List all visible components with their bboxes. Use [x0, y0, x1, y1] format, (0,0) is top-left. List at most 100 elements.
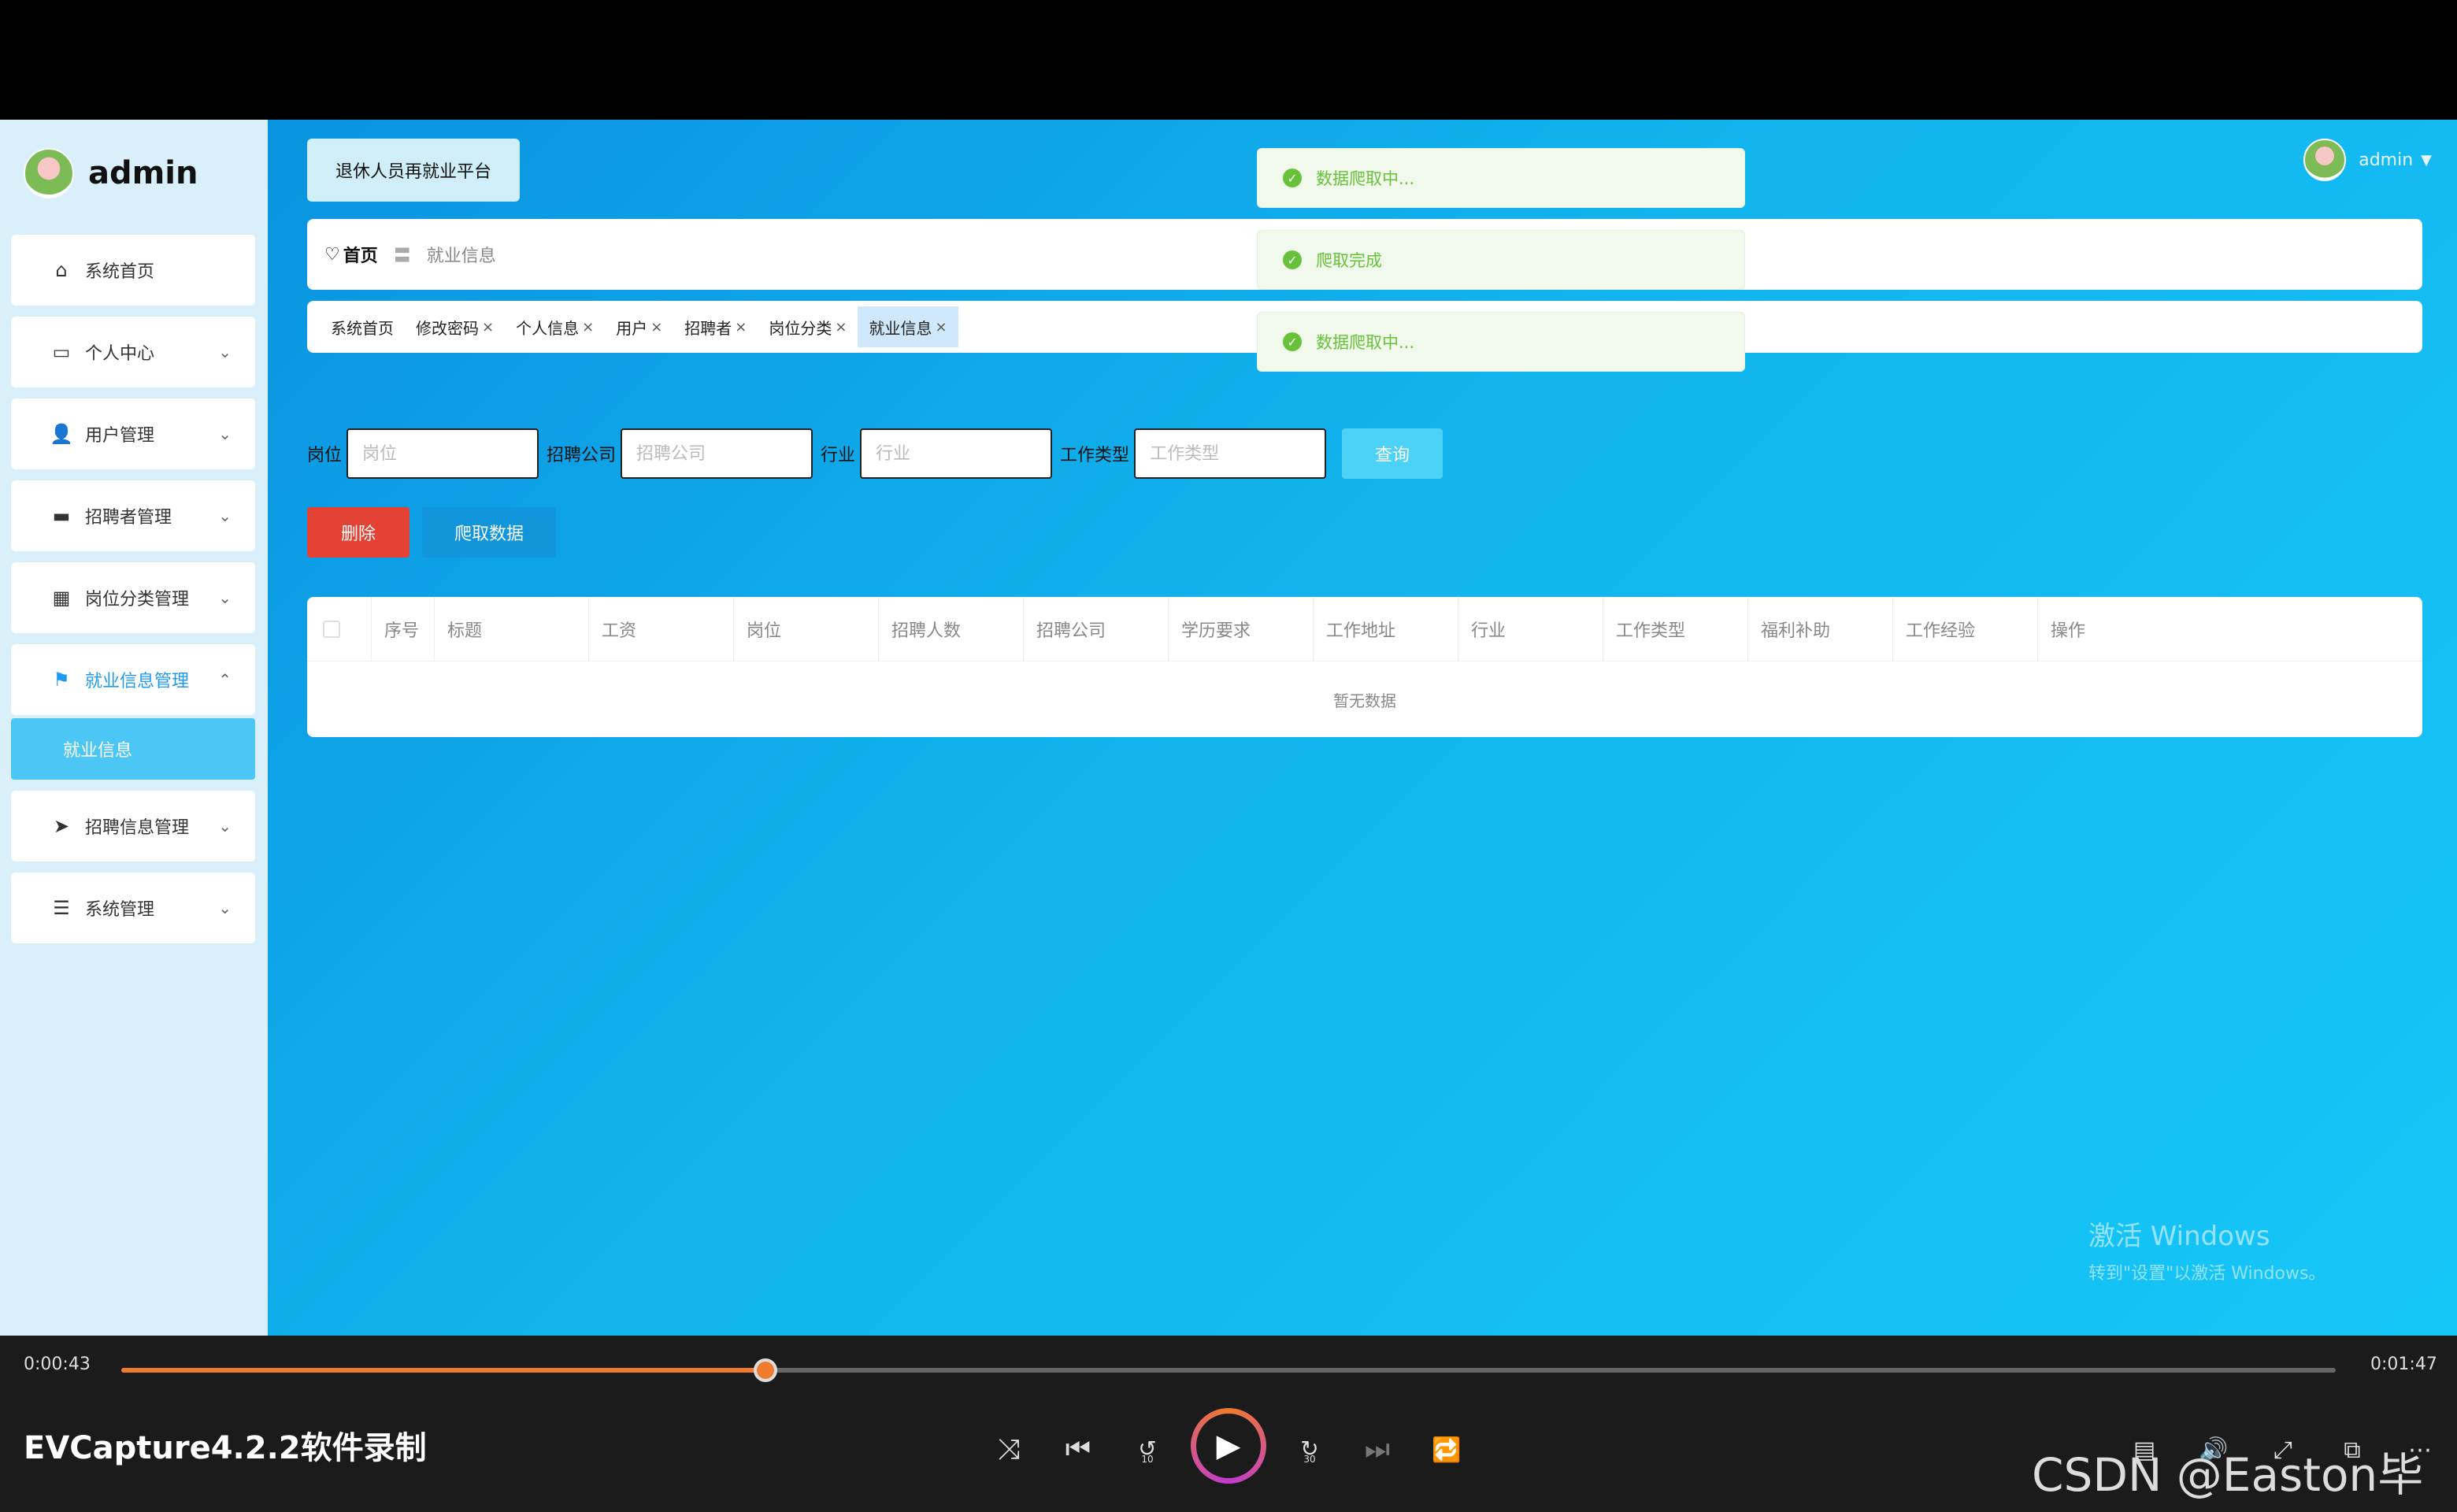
forward-30-icon[interactable]: ↻ 30: [1288, 1429, 1331, 1471]
close-icon[interactable]: ×: [935, 319, 947, 335]
next-icon[interactable]: ⏭: [1356, 1429, 1399, 1471]
tab-1[interactable]: 修改密码 ×: [405, 306, 505, 347]
search-button[interactable]: 查询: [1342, 428, 1443, 479]
search-label: 岗位: [307, 446, 343, 465]
column-header: 行业: [1458, 597, 1603, 662]
select-all-cell: [307, 597, 372, 662]
video-player-bar: 0:00:43 0:01:47 EVCapture4.2.2软件录制 ⤨ ⏮ ↺…: [0, 1336, 2457, 1512]
tab-3[interactable]: 用户 ×: [605, 306, 673, 347]
sidebar-item-0[interactable]: ⌂ 系统首页: [11, 235, 255, 306]
csdn-watermark: CSDN @Easton毕设: [2032, 1448, 2424, 1502]
column-header: 工作类型: [1603, 597, 1748, 662]
chevron-down-icon: ⌄: [218, 506, 232, 525]
tab-label: 招聘者: [684, 318, 732, 338]
crawl-data-button[interactable]: 爬取数据: [422, 507, 556, 558]
chevron-down-icon: ⌄: [218, 424, 232, 443]
sidebar-item-7[interactable]: ☰ 系统管理 ⌄: [11, 873, 255, 943]
close-icon[interactable]: ×: [835, 319, 847, 335]
column-header: 学历要求: [1169, 597, 1314, 662]
close-icon[interactable]: ×: [582, 319, 594, 335]
tab-label: 修改密码: [416, 318, 479, 338]
sidebar-item-label: 系统管理: [85, 900, 155, 920]
progress-fill: [121, 1368, 766, 1373]
tab-label: 岗位分类: [769, 318, 832, 338]
top-letterbox: [0, 0, 2457, 120]
tab-label: 个人信息: [516, 318, 580, 338]
check-circle-icon: ✓: [1283, 332, 1302, 351]
search-label: 招聘公司: [547, 446, 617, 465]
tab-label: 就业信息: [869, 318, 932, 338]
sidebar-subitem-employment-info[interactable]: 就业信息: [11, 718, 255, 780]
tab-5[interactable]: 岗位分类 ×: [758, 306, 858, 347]
user-avatar[interactable]: [2303, 139, 2347, 181]
caret-down-icon[interactable]: ▼: [2421, 152, 2432, 169]
breadcrumb-home[interactable]: 首页: [343, 242, 378, 267]
check-circle-icon: ✓: [1283, 250, 1302, 269]
breadcrumb-current: 就业信息: [426, 246, 496, 266]
search-label: 行业: [821, 446, 856, 465]
close-icon[interactable]: ×: [650, 319, 662, 335]
search-input-0[interactable]: [346, 428, 539, 479]
sidebar-item-label: 招聘信息管理: [85, 818, 190, 838]
toast-message: 数据爬取中...: [1316, 333, 1415, 352]
sidebar-item-6[interactable]: ➤ 招聘信息管理 ⌄: [11, 791, 255, 862]
data-table: 序号 标题 工资 岗位 招聘人数 招聘公司 学历要求 工作地址 行业 工作类型 福利补助 工作经验 操作…: [307, 597, 2422, 737]
success-toast: ✓ 数据爬取中...: [1257, 312, 1745, 372]
toast-message: 数据爬取中...: [1316, 169, 1415, 188]
column-header: 工资: [589, 597, 734, 662]
sidebar-item-4[interactable]: ▦ 岗位分类管理 ⌄: [11, 562, 255, 633]
select-all-checkbox[interactable]: [323, 621, 340, 638]
watermark-line2: 转到"设置"以激活 Windows。: [2088, 1264, 2326, 1284]
system-title-button[interactable]: 退休人员再就业平台: [307, 139, 520, 202]
success-toast: ✓ 爬取完成: [1257, 230, 1745, 290]
sidebar-item-5[interactable]: ⚑ 就业信息管理 ⌃: [11, 644, 255, 715]
sidebar-item-label: 招聘者管理: [85, 508, 172, 528]
column-header: 工作经验: [1893, 597, 2038, 662]
sidebar-item-1[interactable]: ▭ 个人中心 ⌄: [11, 317, 255, 387]
search-label: 工作类型: [1060, 446, 1130, 465]
play-button[interactable]: ▶: [1191, 1408, 1266, 1484]
close-icon[interactable]: ×: [735, 319, 747, 335]
sidebar-item-3[interactable]: ▬ 招聘者管理 ⌄: [11, 480, 255, 551]
user-name[interactable]: admin: [2359, 150, 2413, 170]
sliders-icon: ☰: [53, 897, 70, 919]
sidebar-item-label: 岗位分类管理: [85, 590, 190, 610]
app-window: admin ⌂ 系统首页 ▭ 个人中心 ⌄ 👤 用户管理 ⌄ ▬ 招聘者管理 ⌄ ▦ 岗位分类管理 ⌄ ⚑ 就…: [0, 120, 2457, 1336]
tab-0[interactable]: 系统首页: [320, 306, 405, 347]
delete-button[interactable]: 删除: [307, 507, 410, 558]
previous-icon[interactable]: ⏮: [1057, 1429, 1099, 1471]
search-form: 岗位 招聘公司 行业 工作类型 查询: [307, 428, 1443, 479]
column-header: 招聘人数: [879, 597, 1024, 662]
recorder-label: EVCapture4.2.2软件录制: [24, 1430, 427, 1466]
close-icon[interactable]: ×: [482, 319, 494, 335]
main-content: 退休人员再就业平台 admin ▼ ♡ 首页 〓 就业信息 系统首页 修改密码 × 个…: [268, 120, 2457, 1336]
repeat-icon[interactable]: 🔁: [1425, 1429, 1468, 1471]
column-header: 招聘公司: [1024, 597, 1169, 662]
toast-message: 爬取完成: [1316, 251, 1382, 270]
tab-label: 系统首页: [331, 318, 394, 338]
search-input-3[interactable]: [1134, 428, 1327, 479]
progress-bar[interactable]: [121, 1358, 2336, 1382]
tab-4[interactable]: 招聘者 ×: [673, 306, 758, 347]
success-toast: ✓ 数据爬取中...: [1257, 148, 1745, 208]
column-header: 标题: [435, 597, 589, 662]
table-empty-text: 暂无数据: [1333, 691, 1396, 710]
rewind-10-icon[interactable]: ↺ 10: [1126, 1429, 1169, 1471]
play-icon: ▶: [1196, 1414, 1261, 1478]
tab-2[interactable]: 个人信息 ×: [505, 306, 605, 347]
column-header: 操作: [2051, 621, 2086, 641]
search-input-2[interactable]: [860, 428, 1053, 479]
progress-handle[interactable]: [754, 1358, 778, 1382]
column-header: 序号: [372, 597, 435, 662]
brand: admin: [24, 148, 198, 198]
tab-6[interactable]: 就业信息 ×: [858, 306, 958, 347]
brand-avatar: [24, 148, 74, 198]
user-menu[interactable]: admin ▼: [2303, 139, 2432, 181]
monitor-icon: ▬: [52, 505, 71, 527]
shuffle-icon[interactable]: ⤨: [988, 1429, 1030, 1471]
chevron-down-icon: ⌄: [218, 588, 232, 607]
search-input-1[interactable]: [621, 428, 813, 479]
send-icon: ➤: [53, 815, 70, 837]
sidebar-item-2[interactable]: 👤 用户管理 ⌄: [11, 398, 255, 469]
grid-icon: ▦: [52, 587, 71, 609]
